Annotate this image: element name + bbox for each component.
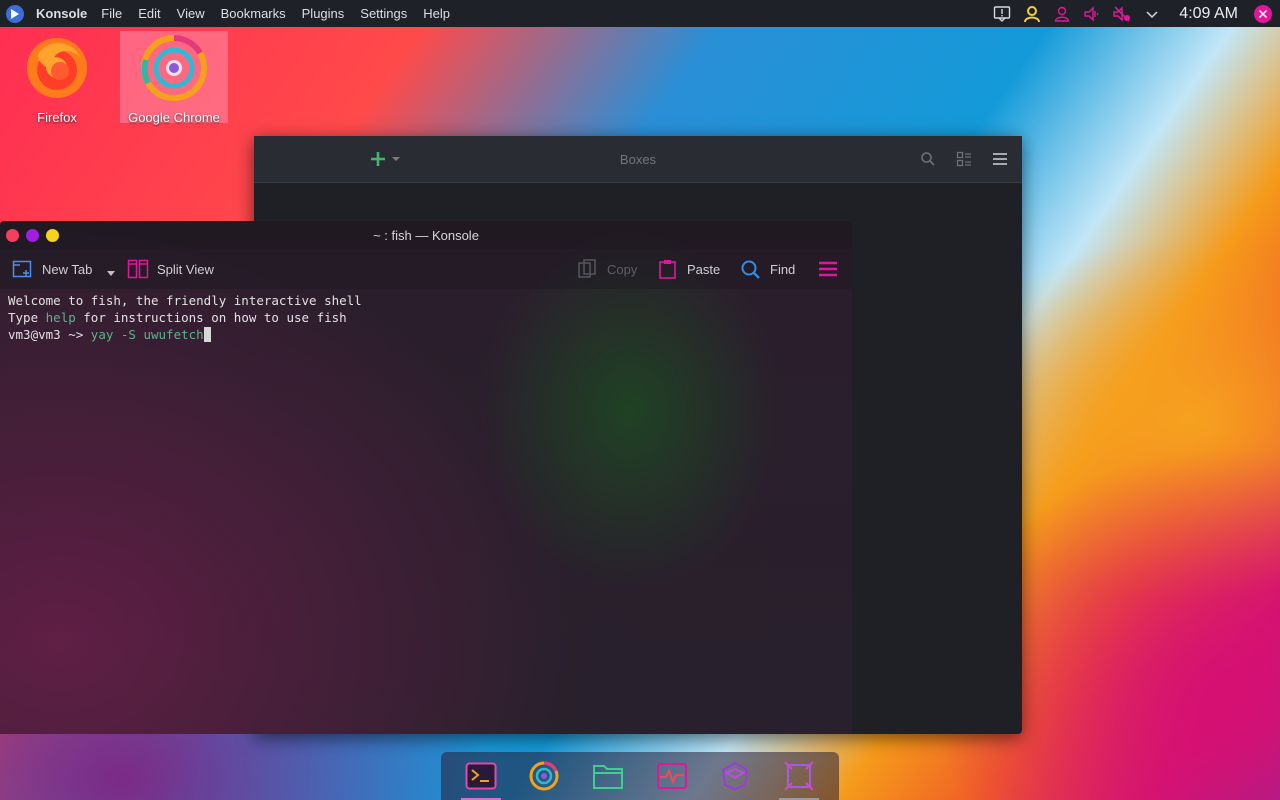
new-tab-button[interactable]: New Tab — [12, 259, 92, 279]
boxes-headerbar: Boxes — [254, 136, 1022, 183]
terminal-highlight: help — [45, 310, 76, 325]
system-monitor-icon — [656, 763, 687, 789]
volume-icon[interactable] — [1081, 3, 1103, 25]
settings-icon — [722, 761, 749, 791]
split-view-label: Split View — [157, 261, 214, 277]
notification-icon[interactable] — [991, 3, 1013, 25]
copy-button[interactable]: Copy — [577, 259, 637, 279]
desktop-icon-label: Firefox — [37, 110, 77, 125]
new-tab-dropdown-icon[interactable] — [106, 265, 116, 283]
app-name: Konsole — [36, 6, 88, 21]
konsole-window: ~ : fish — Konsole New Tab Split View Co… — [0, 221, 852, 734]
paste-icon — [659, 260, 676, 279]
new-tab-icon — [12, 260, 32, 278]
terminal-text: for instructions on how to use fish — [75, 310, 347, 325]
new-tab-label: New Tab — [42, 261, 93, 277]
split-view-icon — [127, 259, 149, 279]
selection-icon[interactable] — [956, 151, 972, 172]
hamburger-menu-icon[interactable] — [992, 151, 1008, 172]
boxes-title: Boxes — [619, 151, 657, 167]
terminal-output[interactable]: Welcome to fish, the friendly interactiv… — [0, 289, 852, 346]
desktop-icon-firefox[interactable]: Firefox — [3, 31, 111, 125]
dock-item-settings[interactable] — [711, 752, 759, 800]
mute-icon[interactable] — [1111, 3, 1133, 25]
chrome-icon — [529, 761, 559, 791]
split-view-button[interactable]: Split View — [127, 259, 214, 279]
terminal-line: Type help for instructions on how to use… — [8, 310, 347, 325]
search-icon[interactable] — [920, 151, 936, 172]
terminal-prompt-line[interactable]: vm3@vm3 ~> yay -S uwufetch — [8, 327, 211, 342]
paste-label: Paste — [687, 261, 721, 277]
files-icon — [593, 765, 624, 789]
desktop-icon-chrome[interactable]: Google Chrome — [120, 31, 228, 125]
window-title: ~ : fish — Konsole — [373, 227, 479, 243]
app-launcher-icon[interactable] — [4, 3, 26, 25]
menu-view[interactable]: View — [169, 6, 213, 21]
menu-edit[interactable]: Edit — [130, 6, 168, 21]
konsole-toolbar: New Tab Split View Copy Paste Find — [0, 249, 852, 289]
konsole-titlebar[interactable]: ~ : fish — Konsole — [0, 221, 852, 249]
dock-item-chrome[interactable] — [520, 752, 568, 800]
find-label: Find — [770, 261, 796, 277]
hamburger-menu-icon[interactable] — [818, 261, 838, 282]
chevron-down-icon[interactable] — [1141, 3, 1163, 25]
menu-plugins[interactable]: Plugins — [294, 6, 353, 21]
menu-settings[interactable]: Settings — [352, 6, 415, 21]
user-outline-icon[interactable] — [1051, 3, 1073, 25]
terminal-prompt: vm3@vm3 ~> — [8, 327, 91, 342]
terminal-line: Welcome to fish, the friendly interactiv… — [8, 293, 362, 308]
copy-label: Copy — [607, 261, 638, 277]
menu-bookmarks[interactable]: Bookmarks — [213, 6, 294, 21]
menu-file[interactable]: File — [93, 6, 130, 21]
chrome-icon — [141, 34, 207, 106]
system-tray: 4:09 AM — [987, 0, 1280, 27]
terminal-text: Type — [8, 310, 46, 325]
find-icon — [741, 260, 760, 279]
dock-item-files[interactable] — [584, 752, 632, 800]
desktop-icon-label: Google Chrome — [128, 110, 220, 125]
find-button[interactable]: Find — [740, 259, 795, 279]
top-panel: Konsole File Edit View Bookmarks Plugins… — [0, 0, 1280, 27]
dock-item-screenshot[interactable] — [775, 752, 823, 800]
paste-button[interactable]: Paste — [657, 259, 720, 279]
screenshot-icon — [784, 761, 814, 791]
terminal-icon — [465, 762, 497, 790]
user-icon[interactable] — [1021, 3, 1043, 25]
close-session-icon[interactable] — [1252, 3, 1274, 25]
dock-item-terminal[interactable] — [457, 752, 505, 800]
terminal-command: yay -S uwufetch — [90, 327, 204, 342]
dock — [441, 752, 839, 800]
clock[interactable]: 4:09 AM — [1179, 5, 1238, 23]
menu-help[interactable]: Help — [415, 6, 458, 21]
firefox-icon — [24, 35, 90, 106]
terminal-cursor — [203, 327, 211, 342]
dock-item-system-monitor[interactable] — [648, 752, 696, 800]
copy-icon — [578, 259, 596, 278]
